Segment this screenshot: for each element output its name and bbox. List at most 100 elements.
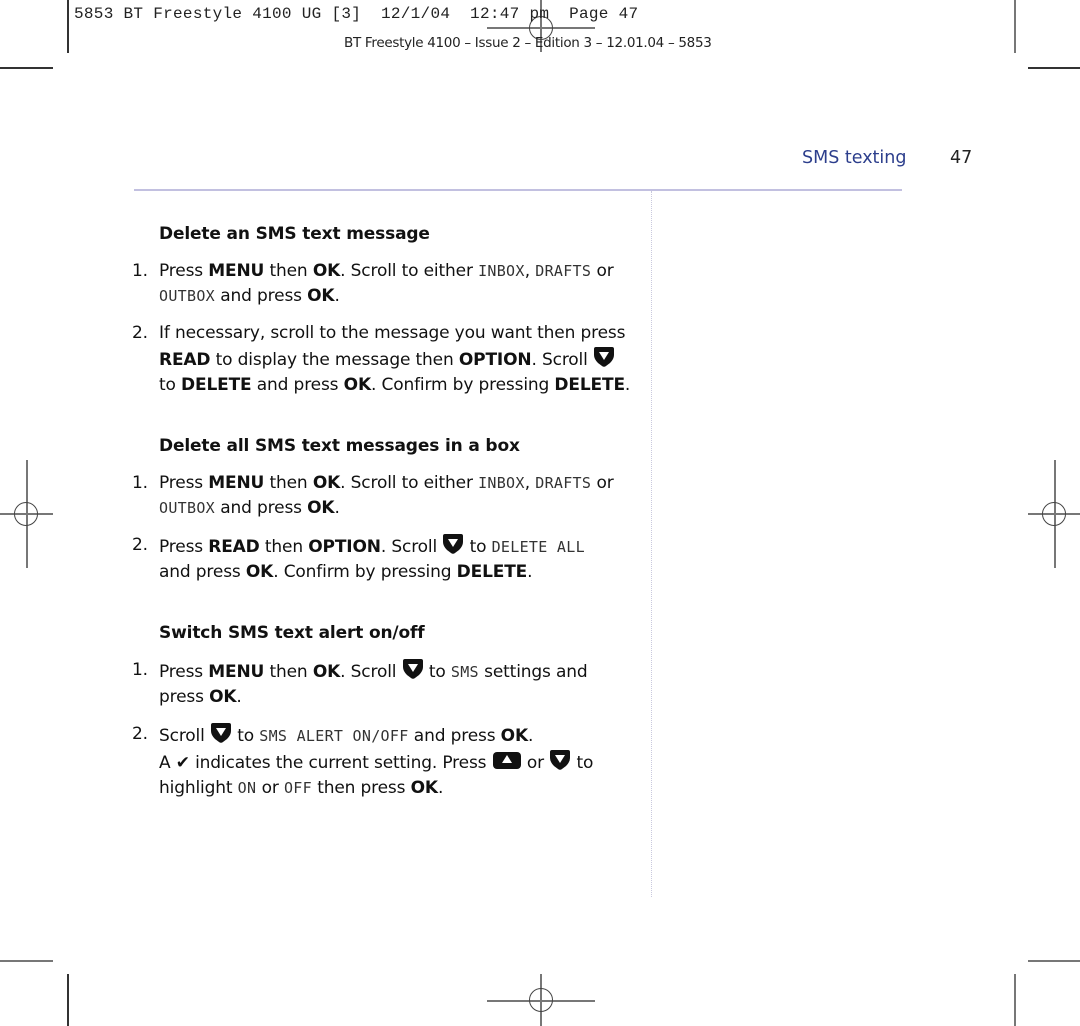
step-text: Press MENU then OK. Scroll to either INB… <box>159 259 632 309</box>
text: and press <box>408 726 501 746</box>
header-rule <box>134 189 902 191</box>
step-text: Press MENU then OK. Scroll to SMS settin… <box>159 658 632 710</box>
display-text: OUTBOX <box>159 287 215 305</box>
text: indicates the current setting. Press <box>189 753 492 773</box>
text: . Scroll to either <box>340 261 479 281</box>
key-label: MENU <box>208 261 265 281</box>
text: to <box>159 375 182 395</box>
text: or <box>521 753 550 773</box>
key-label: OK <box>245 562 274 582</box>
key-label: DELETE <box>456 562 528 582</box>
crop-mark <box>0 960 53 962</box>
text: . <box>528 726 534 746</box>
crop-mark <box>1014 0 1016 53</box>
key-label: READ <box>159 350 211 370</box>
crop-mark <box>1028 960 1080 962</box>
display-text: DELETE ALL <box>491 538 585 556</box>
step: 1. Press MENU then OK. Scroll to SMS set… <box>132 658 632 710</box>
text: Press <box>159 537 209 557</box>
text: . Confirm by pressing <box>273 562 457 582</box>
check-mark-icon: ✔ <box>175 753 190 773</box>
text: , <box>524 261 536 281</box>
section-heading: Delete all SMS text messages in a box <box>159 436 520 456</box>
step-number: 2. <box>132 323 148 343</box>
display-text: DRAFTS <box>535 474 592 492</box>
text: then <box>264 261 313 281</box>
text: If necessary, scroll to the message you … <box>159 323 626 343</box>
step: 1. Press MENU then OK. Scroll to either … <box>132 259 632 309</box>
text: . Scroll to either <box>340 473 479 493</box>
instructions-column: Delete an SMS text message 1. Press MENU… <box>132 222 632 813</box>
text: . Confirm by pressing <box>370 375 555 395</box>
text: or <box>591 473 614 493</box>
key-label: OK <box>307 286 335 306</box>
step-text: Press READ then OPTION. Scroll to DELETE… <box>159 533 632 585</box>
step-number: 2. <box>132 724 148 744</box>
step: 2. If necessary, scroll to the message y… <box>132 321 632 398</box>
text: . <box>236 687 242 707</box>
key-label: DELETE <box>181 375 252 395</box>
text: Press <box>159 261 209 281</box>
text: . Scroll <box>340 662 402 682</box>
step-number: 2. <box>132 535 148 555</box>
text: then press <box>311 778 411 798</box>
up-arrow-key-icon <box>492 749 522 771</box>
text: . <box>437 778 444 798</box>
text: Press <box>159 662 209 682</box>
text: A <box>159 753 176 773</box>
text: to display the message then <box>210 350 459 370</box>
text: . <box>527 562 533 582</box>
text: , <box>524 473 536 493</box>
text: . <box>334 286 340 306</box>
page-number: 47 <box>950 148 973 168</box>
text: Scroll <box>159 726 210 746</box>
key-label: OK <box>500 726 528 746</box>
registration-mark-circle <box>14 502 38 526</box>
step-number: 1. <box>132 660 148 680</box>
text: then <box>264 662 313 682</box>
text: . Scroll <box>531 350 593 370</box>
key-label: OPTION <box>458 350 532 370</box>
down-arrow-key-icon <box>549 749 571 771</box>
key-label: MENU <box>208 662 265 682</box>
column-divider <box>651 191 652 897</box>
key-label: OK <box>307 498 335 518</box>
key-label: MENU <box>208 473 265 493</box>
key-label: OK <box>410 778 438 798</box>
text: . <box>334 498 340 518</box>
text: . Scroll <box>380 537 443 557</box>
down-arrow-key-icon <box>402 658 424 680</box>
down-arrow-key-icon <box>442 533 464 555</box>
text: or <box>256 778 284 798</box>
key-label: OPTION <box>308 537 381 557</box>
display-text: OUTBOX <box>159 499 215 517</box>
key-label: OK <box>312 473 341 493</box>
down-arrow-key-icon <box>210 722 232 744</box>
section-heading: Delete an SMS text message <box>159 224 430 244</box>
step-text: Press MENU then OK. Scroll to either INB… <box>159 471 632 521</box>
step-number: 1. <box>132 261 148 281</box>
text: and press <box>159 562 246 582</box>
text: to <box>423 662 451 682</box>
display-text: SMS ALERT ON/OFF <box>259 727 409 745</box>
text: to <box>231 726 260 746</box>
step-text: If necessary, scroll to the message you … <box>159 321 632 398</box>
registration-mark-circle <box>1042 502 1066 526</box>
step: 1. Press MENU then OK. Scroll to either … <box>132 471 632 521</box>
key-label: OK <box>312 662 341 682</box>
text: and press <box>251 375 344 395</box>
crop-mark <box>0 67 53 69</box>
step: 2. Scroll to SMS ALERT ON/OFF and press … <box>132 722 632 801</box>
display-text: DRAFTS <box>535 262 592 280</box>
text: then <box>264 473 313 493</box>
key-label: OK <box>343 375 371 395</box>
text: Press <box>159 473 209 493</box>
text: then <box>259 537 309 557</box>
step-number: 1. <box>132 473 148 493</box>
edition-line: BT Freestyle 4100 – Issue 2 – Edition 3 … <box>344 35 712 51</box>
step-text: Scroll to SMS ALERT ON/OFF and press OK.… <box>159 722 632 801</box>
display-text: OFF <box>283 779 312 797</box>
key-label: OK <box>312 261 341 281</box>
key-label: READ <box>208 537 260 557</box>
section-title: SMS texting <box>802 148 907 168</box>
